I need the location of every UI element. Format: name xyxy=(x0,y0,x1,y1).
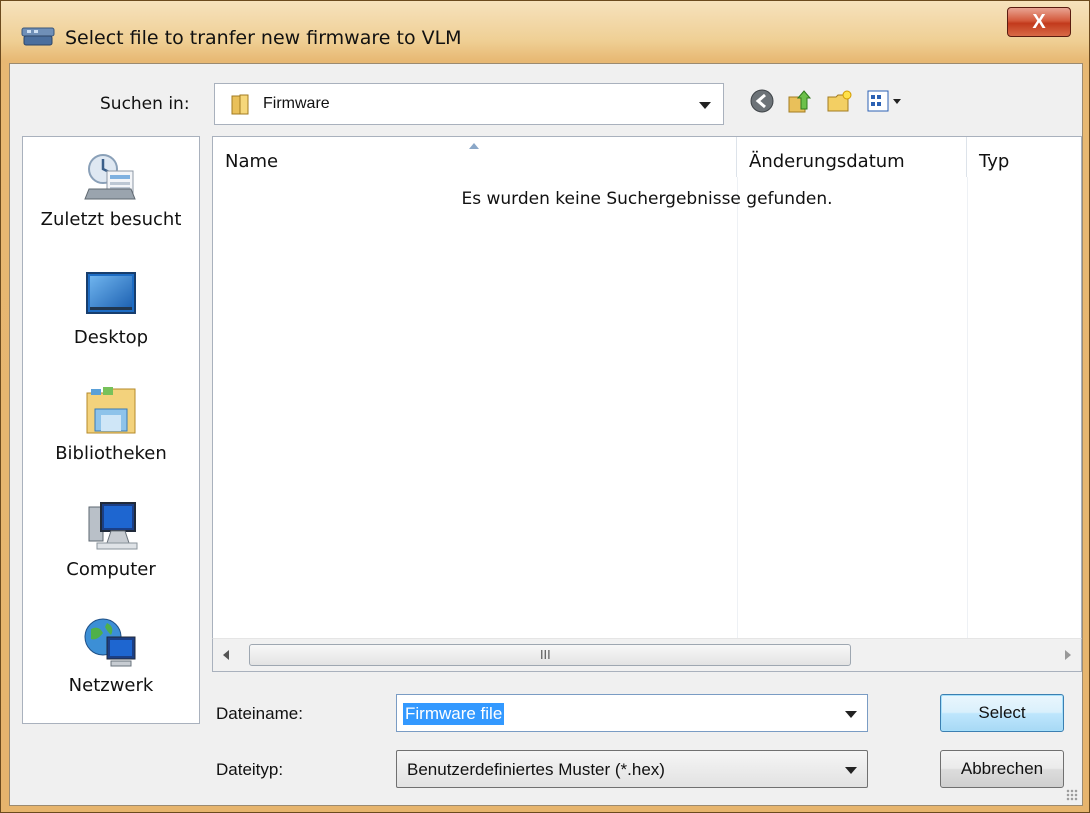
lookin-label: Suchen in: xyxy=(100,94,190,114)
back-icon[interactable] xyxy=(748,87,776,115)
chevron-down-icon[interactable] xyxy=(845,711,857,718)
place-computer[interactable]: Computer xyxy=(23,499,199,580)
recent-places-icon xyxy=(84,154,136,200)
title-bar[interactable]: Select file to tranfer new firmware to V… xyxy=(1,1,1089,63)
filename-combobox[interactable]: Firmware file xyxy=(396,694,868,732)
libraries-icon xyxy=(86,387,136,434)
scrollbar-thumb[interactable]: III xyxy=(249,644,851,666)
scrollbar-grip: III xyxy=(540,648,551,662)
place-libraries[interactable]: Bibliotheken xyxy=(23,383,199,464)
scroll-right-icon[interactable] xyxy=(1065,650,1071,660)
dialog-client-area: Suchen in: Firmware Zuletzt besucht Desk… xyxy=(9,63,1083,806)
lookin-value: Firmware xyxy=(263,95,330,112)
place-label: Desktop xyxy=(73,327,149,348)
filename-label: Dateiname: xyxy=(216,704,303,723)
computer-icon xyxy=(88,502,138,550)
sort-ascending-icon xyxy=(469,143,479,149)
chevron-down-icon xyxy=(699,102,711,109)
column-divider xyxy=(967,177,968,671)
filetype-label: Dateityp: xyxy=(216,760,284,779)
column-header-row: Name Änderungsdatum Typ xyxy=(213,137,1081,177)
column-header-date[interactable]: Änderungsdatum xyxy=(737,137,967,177)
column-divider xyxy=(737,177,738,671)
column-header-name[interactable]: Name xyxy=(213,137,737,177)
place-label: Netzwerk xyxy=(68,675,154,696)
folder-icon xyxy=(231,94,249,115)
close-icon: X xyxy=(1032,10,1046,33)
cancel-button[interactable]: Abbrechen xyxy=(940,750,1064,788)
filetype-value: Benutzerdefiniertes Muster (*.hex) xyxy=(407,760,665,779)
horizontal-scrollbar[interactable]: III xyxy=(212,638,1082,672)
file-dialog-window: Select file to tranfer new firmware to V… xyxy=(0,0,1090,813)
place-label: Computer xyxy=(66,559,156,580)
place-label: Zuletzt besucht xyxy=(40,209,182,230)
place-desktop[interactable]: Desktop xyxy=(23,267,199,348)
desktop-icon xyxy=(86,272,136,314)
network-icon xyxy=(84,618,136,667)
scroll-left-icon[interactable] xyxy=(223,650,229,660)
places-bar: Zuletzt besucht Desktop Bibliotheken Com… xyxy=(22,136,200,724)
lookin-dropdown[interactable]: Firmware xyxy=(214,83,724,125)
place-network[interactable]: Netzwerk xyxy=(23,615,199,696)
window-title: Select file to tranfer new firmware to V… xyxy=(65,27,462,49)
app-icon xyxy=(21,27,55,46)
close-button[interactable]: X xyxy=(1007,7,1071,37)
file-list[interactable]: Name Änderungsdatum Typ Es wurden keine … xyxy=(212,136,1082,672)
filetype-dropdown[interactable]: Benutzerdefiniertes Muster (*.hex) xyxy=(396,750,868,788)
select-button[interactable]: Select xyxy=(940,694,1064,732)
chevron-down-icon xyxy=(845,767,857,774)
filename-input[interactable]: Firmware file xyxy=(403,703,505,725)
new-folder-icon[interactable] xyxy=(826,87,854,115)
column-header-type[interactable]: Typ xyxy=(967,137,1081,177)
resize-grip[interactable] xyxy=(1066,789,1078,801)
up-folder-icon[interactable] xyxy=(786,87,814,115)
place-label: Bibliotheken xyxy=(55,443,167,464)
empty-results-message: Es wurden keine Suchergebnisse gefunden. xyxy=(461,189,833,209)
place-recent[interactable]: Zuletzt besucht xyxy=(23,149,199,230)
view-menu-icon[interactable] xyxy=(866,87,906,115)
